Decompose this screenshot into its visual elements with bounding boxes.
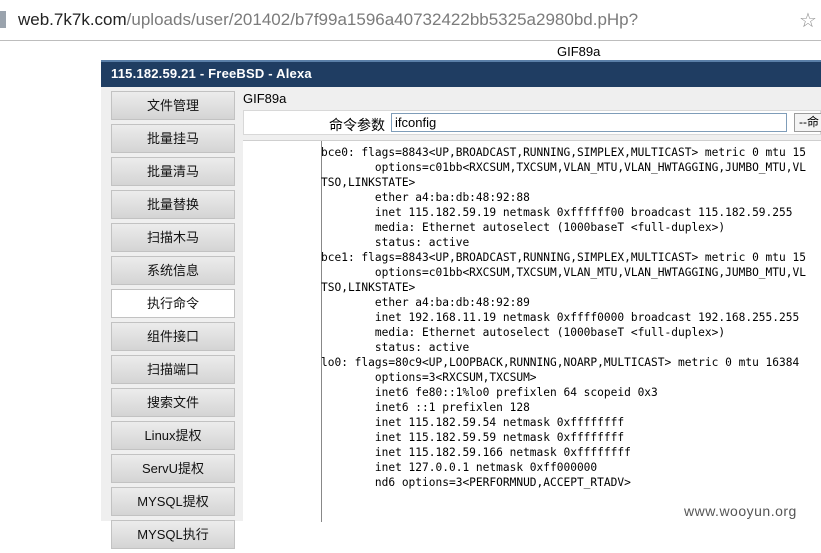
url-path: /uploads/user/201402/b7f99a1596a40732422… bbox=[126, 10, 639, 29]
address-bar-divider bbox=[0, 40, 821, 41]
bookmark-star-icon[interactable]: ☆ bbox=[799, 8, 817, 33]
sidebar-item-batch-replace[interactable]: 批量替换 bbox=[111, 190, 235, 219]
sidebar-menu: 文件管理 批量挂马 批量清马 批量替换 扫描木马 系统信息 执行命令 组件接口 … bbox=[111, 91, 235, 553]
gif-header-text: GIF89a bbox=[557, 44, 601, 59]
title-bar: 115.182.59.21 - FreeBSD - Alexa bbox=[101, 60, 821, 87]
webshell-page: 115.182.59.21 - FreeBSD - Alexa 文件管理 批量挂… bbox=[101, 60, 821, 549]
sidebar-item-file-manager[interactable]: 文件管理 bbox=[111, 91, 235, 120]
gif-header-inner: GIF89a bbox=[243, 91, 287, 106]
sidebar-item-system-info[interactable]: 系统信息 bbox=[111, 256, 235, 285]
sidebar-item-mysql-execute[interactable]: MYSQL执行 bbox=[111, 520, 235, 549]
page-icon bbox=[0, 11, 6, 28]
url-field[interactable]: web.7k7k.com/uploads/user/201402/b7f99a1… bbox=[18, 10, 638, 30]
sidebar-item-servu-privesc[interactable]: ServU提权 bbox=[111, 454, 235, 483]
command-label: 命令参数 bbox=[329, 117, 385, 133]
sidebar-item-execute-command[interactable]: 执行命令 bbox=[111, 289, 235, 318]
sidebar-item-mysql-privesc[interactable]: MYSQL提权 bbox=[111, 487, 235, 516]
sidebar-item-scan-trojan[interactable]: 扫描木马 bbox=[111, 223, 235, 252]
watermark: www.wooyun.org bbox=[684, 503, 797, 519]
command-select[interactable]: --命 bbox=[794, 113, 821, 132]
url-host: web.7k7k.com bbox=[18, 10, 127, 29]
command-output: bce0: flags=8843<UP,BROADCAST,RUNNING,SI… bbox=[321, 146, 806, 489]
sidebar-item-component-interface[interactable]: 组件接口 bbox=[111, 322, 235, 351]
sidebar-item-batch-clean[interactable]: 批量清马 bbox=[111, 157, 235, 186]
command-row: 命令参数 --命 bbox=[243, 110, 821, 135]
browser-address-bar: web.7k7k.com/uploads/user/201402/b7f99a1… bbox=[0, 0, 821, 42]
command-input[interactable] bbox=[391, 113, 787, 132]
sidebar-item-scan-ports[interactable]: 扫描端口 bbox=[111, 355, 235, 384]
sidebar-item-linux-privesc[interactable]: Linux提权 bbox=[111, 421, 235, 450]
sidebar-item-search-files[interactable]: 搜索文件 bbox=[111, 388, 235, 417]
command-output-panel: bce0: flags=8843<UP,BROADCAST,RUNNING,SI… bbox=[243, 140, 821, 522]
page-title: 115.182.59.21 - FreeBSD - Alexa bbox=[111, 66, 312, 81]
sidebar-item-batch-inject[interactable]: 批量挂马 bbox=[111, 124, 235, 153]
